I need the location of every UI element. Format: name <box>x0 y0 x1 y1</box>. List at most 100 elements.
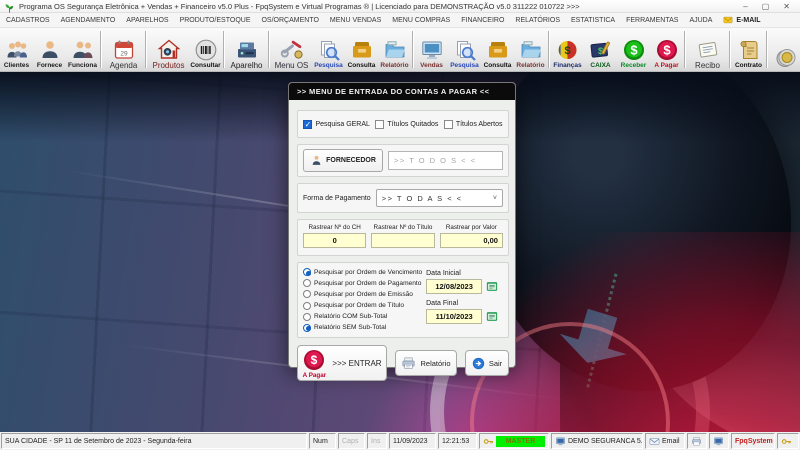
printer-icon <box>401 356 416 371</box>
radio-unselected-icon <box>303 313 311 321</box>
toolbar-button-recibo[interactable]: Recibo <box>687 28 728 71</box>
toolbar-button-caixa[interactable]: $CAIXA <box>584 28 617 71</box>
master-badge: MASTER <box>496 436 545 447</box>
checkbox-t-tulos-quitados[interactable]: Títulos Quitados <box>375 120 438 129</box>
status-text: FpqSystem <box>735 438 773 445</box>
menu-item-os-or-amento[interactable]: OS/ORÇAMENTO <box>261 17 318 24</box>
menu-item-ajuda[interactable]: AJUDA <box>689 17 712 24</box>
data-inicial-field[interactable]: 12/08/2023 <box>426 279 482 294</box>
toolbar-button-label: Aparelho <box>230 62 262 70</box>
toolbar-button-clientes[interactable]: Clientes <box>0 28 33 71</box>
toolbar-button-label: Produtos <box>152 62 184 70</box>
toolbar-separator <box>100 31 102 68</box>
fornecedor-button[interactable]: FORNECEDOR <box>303 149 383 172</box>
checkbox-pesquisa-geral[interactable]: ✓Pesquisa GERAL <box>303 120 369 129</box>
toolbar-button-pesquisa[interactable]: Pesquisa <box>448 28 481 71</box>
dollar-red-icon: $ <box>302 348 326 372</box>
radio-selected-icon <box>303 324 311 332</box>
menu-item-agendamento[interactable]: AGENDAMENTO <box>61 17 116 24</box>
toolbar-button-vendas[interactable]: Vendas <box>415 28 448 71</box>
radio-label: Pesquisar por Ordem de Título <box>314 302 404 309</box>
toolbar-button-consultar[interactable]: Consultar <box>189 28 222 71</box>
radio-pesquisar-por-ordem-de-t-tulo[interactable]: Pesquisar por Ordem de Título <box>303 302 422 310</box>
application-window: Programa OS Segurança Eletrônica + Venda… <box>0 0 800 450</box>
rastrear-input[interactable]: 0 <box>303 233 366 248</box>
toolbar-button-label: Consulta <box>348 62 376 70</box>
status-segment-brand[interactable]: FpqSystem <box>731 433 775 449</box>
dialog-titlebar[interactable]: >> MENU DE ENTRADA DO CONTAS A PAGAR << <box>289 83 515 100</box>
note-icon <box>696 38 720 62</box>
pc-icon <box>555 436 566 447</box>
rastrear-input[interactable] <box>371 233 434 248</box>
toolbar-button-relat-rio[interactable]: Relatório <box>378 28 411 71</box>
calendar-icon: 29 <box>112 38 136 62</box>
radio-relat-rio-com-sub-total[interactable]: Relatório COM Sub-Total <box>303 313 422 321</box>
status-bar: SUA CIDADE - SP 11 de Setembro de 2023 -… <box>0 432 800 450</box>
toolbar-button-consulta[interactable]: Consulta <box>345 28 378 71</box>
menu-item-cadastros[interactable]: CADASTROS <box>6 17 50 24</box>
radio-pesquisar-por-ordem-de-emiss-o[interactable]: Pesquisar por Ordem de Emissão <box>303 290 422 298</box>
menu-item-menu-vendas[interactable]: MENU VENDAS <box>330 17 381 24</box>
toolbar-separator <box>268 31 270 68</box>
menu-item-financeiro[interactable]: FINANCEIRO <box>461 17 504 24</box>
toolbar-separator <box>223 31 225 68</box>
toolbar-button-consulta[interactable]: Consulta <box>481 28 514 71</box>
menu-item-aparelhos[interactable]: APARELHOS <box>126 17 168 24</box>
toolbar-button-funciona[interactable]: Funciona <box>66 28 99 71</box>
toolbar-button-aparelho[interactable]: Aparelho <box>226 28 267 71</box>
toolbar-button-fornece[interactable]: Fornece <box>33 28 66 71</box>
toolbar-button-relat-rio[interactable]: Relatório <box>514 28 547 71</box>
data-final-label: Data Final <box>426 300 503 307</box>
entrar-button[interactable]: $ A Pagar >>> ENTRAR <box>297 345 387 381</box>
menu-email[interactable]: E-MAIL <box>723 15 760 25</box>
status-segment-email[interactable]: Email <box>645 433 685 449</box>
data-final-field[interactable]: 11/10/2023 <box>426 309 482 324</box>
radio-pesquisar-por-ordem-de-vencimento[interactable]: Pesquisar por Ordem de Vencimento <box>303 268 422 276</box>
relatorio-button[interactable]: Relatório <box>395 350 457 376</box>
dialog-title: >> MENU DE ENTRADA DO CONTAS A PAGAR << <box>297 87 489 96</box>
rastrear-field-rastrear-n-do-t-tulo: Rastrear Nº do Título <box>371 224 434 248</box>
toolbar-button-coin-icon[interactable] <box>769 28 800 71</box>
status-segment-num-lock: Num <box>309 433 336 449</box>
menu-item-relat-rios[interactable]: RELATÓRIOS <box>515 17 560 24</box>
toolbar-separator <box>766 31 768 68</box>
toolbar-button-pesquisa[interactable]: Pesquisa <box>312 28 345 71</box>
close-button[interactable]: ✕ <box>783 2 790 11</box>
calendar-picker-icon[interactable] <box>485 310 499 323</box>
checkbox-t-tulos-abertos[interactable]: Títulos Abertos <box>444 120 503 129</box>
menu-bar: CADASTROS AGENDAMENTO APARELHOS PRODUTO/EST… <box>0 13 800 28</box>
minimize-button[interactable]: – <box>743 2 747 11</box>
menu-item-ferramentas[interactable]: FERRAMENTAS <box>626 17 678 24</box>
printer-icon <box>691 436 702 447</box>
checkbox-label: Títulos Abertos <box>456 121 503 128</box>
menu-item-estatistica[interactable]: ESTATISTICA <box>571 17 615 24</box>
coin-icon <box>774 46 798 70</box>
radio-relat-rio-sem-sub-total[interactable]: Relatório SEM Sub-Total <box>303 324 422 332</box>
sair-button[interactable]: Sair <box>465 350 509 376</box>
toolbar-button-finan-as[interactable]: $Finanças <box>551 28 584 71</box>
calendar-picker-icon[interactable] <box>485 280 499 293</box>
rastrear-input[interactable]: 0,00 <box>440 233 503 248</box>
toolbar-button-menu-os[interactable]: Menu OS <box>271 28 312 71</box>
svg-text:29: 29 <box>120 51 128 58</box>
toolbar-button-agenda[interactable]: 29Agenda <box>103 28 144 71</box>
dollar-green-icon: $ <box>622 38 646 62</box>
svg-text:$: $ <box>663 43 671 58</box>
toolbar-button-receber[interactable]: $Receber <box>617 28 650 71</box>
toolbar-button-produtos[interactable]: Produtos <box>148 28 189 71</box>
status-text: Num <box>313 438 328 445</box>
toolbar-button-a-pagar[interactable]: $A Pagar <box>650 28 683 71</box>
toolbar-button-label: Consultar <box>190 62 220 70</box>
menu-item-menu-compras[interactable]: MENU COMPRAS <box>392 17 450 24</box>
people2-icon <box>71 38 95 62</box>
maximize-button[interactable]: ▢ <box>762 2 770 11</box>
rastrear-group: Rastrear Nº do CH0Rastrear Nº do TítuloR… <box>297 219 509 256</box>
fornecedor-group: FORNECEDOR >> T O D O S < < <box>297 144 509 177</box>
fornecedor-field[interactable]: >> T O D O S < < <box>388 151 503 170</box>
forma-pagamento-select[interactable]: >> T O D A S < < ˅ <box>376 189 503 207</box>
toolbar-separator <box>548 31 550 68</box>
barcode-icon <box>194 38 218 62</box>
menu-item-produto-estoque[interactable]: PRODUTO/ESTOQUE <box>180 17 251 24</box>
toolbar-button-contrato[interactable]: Contrato <box>732 28 765 71</box>
radio-pesquisar-por-ordem-de-pagamento[interactable]: Pesquisar por Ordem de Pagamento <box>303 279 422 287</box>
